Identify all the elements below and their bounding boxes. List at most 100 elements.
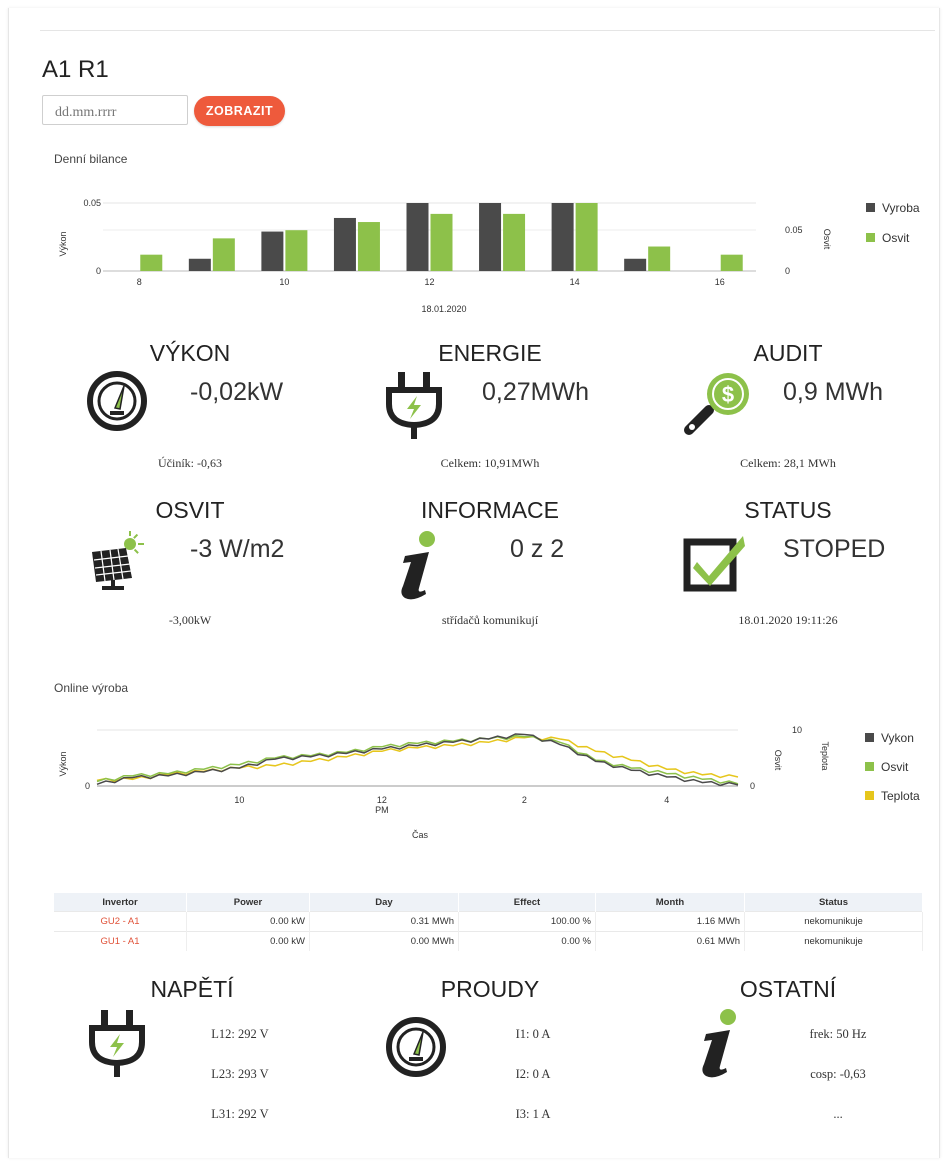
- bar-vyroba-11[interactable]: [333, 217, 356, 271]
- legend-label-osvit: Osvit: [882, 231, 910, 245]
- online-left-axis-label: Výkon: [58, 751, 68, 776]
- card-title: VÝKON: [149, 340, 231, 366]
- x-tick-label: 10: [234, 795, 244, 805]
- cell-power: 0.00 kW: [186, 931, 310, 951]
- legend-label-vyroba: Vyroba: [882, 201, 920, 215]
- cell-status: nekomunikuje: [744, 911, 923, 932]
- daily-right-axis-label: Osvit: [822, 229, 832, 250]
- cell-effect: 100.00 %: [458, 911, 596, 932]
- bar-osvit-14[interactable]: [575, 203, 598, 271]
- legend-label-osvit-online: Osvit: [881, 760, 909, 774]
- card-title: ENERGIE: [438, 340, 542, 366]
- series-line-vykon[interactable]: [96, 733, 739, 787]
- plug-icon: [383, 370, 445, 447]
- online-chart-title: Online výroba: [54, 681, 129, 695]
- invertor-link[interactable]: GU2 - A1: [54, 911, 187, 932]
- bar-vyroba-14[interactable]: [551, 203, 574, 271]
- inverter-table: Invertor Power Day Effect Month Status G…: [54, 893, 923, 951]
- daily-date-label: 18.01.2020: [421, 304, 466, 314]
- col-day[interactable]: Day: [309, 893, 459, 912]
- table-row: GU2 - A1 0.00 kW 0.31 MWh 100.00 % 1.16 …: [54, 911, 923, 932]
- checkbox-icon: [683, 530, 749, 601]
- card-title: OSVIT: [155, 497, 225, 523]
- cell-day: 0.00 MWh: [309, 931, 459, 951]
- cell-effect: 0.00 %: [458, 931, 596, 951]
- dollar-magnifier-icon: $: [683, 370, 753, 445]
- y2-tick-label: 0: [785, 266, 790, 276]
- bar-osvit-8[interactable]: [140, 254, 163, 271]
- bar-osvit-15[interactable]: [648, 246, 671, 271]
- bar-osvit-16[interactable]: [720, 254, 743, 271]
- y-tick-label: 0: [85, 781, 90, 791]
- card-value: -3 W/m2: [190, 535, 285, 563]
- series-line-osvit[interactable]: [96, 734, 739, 785]
- bar-osvit-11[interactable]: [357, 222, 380, 271]
- col-power[interactable]: Power: [186, 893, 310, 912]
- x-tick-sublabel: PM: [375, 805, 389, 815]
- online-legend: Vykon Osvit Teplota: [865, 731, 920, 803]
- reading-line: I1: 0 A: [515, 1027, 551, 1041]
- reading-line: L23: 293 V: [211, 1067, 269, 1081]
- col-status[interactable]: Status: [744, 893, 923, 912]
- bar-vyroba-13[interactable]: [479, 203, 502, 271]
- legend-label-vykon: Vykon: [881, 731, 914, 745]
- invertor-link[interactable]: GU1 - A1: [54, 931, 187, 951]
- section-title: PROUDY: [440, 976, 540, 1002]
- card-subtext: 18.01.2020 19:11:26: [738, 613, 838, 627]
- section-title: OSTATNÍ: [739, 976, 837, 1002]
- bar-vyroba-9[interactable]: [188, 258, 211, 271]
- cell-day: 0.31 MWh: [309, 911, 459, 932]
- card-value: STOPED: [783, 535, 886, 563]
- cell-power: 0.00 kW: [186, 911, 310, 932]
- bar-osvit-9[interactable]: [212, 238, 235, 271]
- col-effect[interactable]: Effect: [458, 893, 596, 912]
- col-month[interactable]: Month: [595, 893, 745, 912]
- reading-line: I2: 0 A: [515, 1067, 551, 1081]
- card-subtext: Celkem: 28,1 MWh: [740, 456, 836, 470]
- card-title: AUDIT: [753, 340, 823, 366]
- y2-tick-label: 0: [750, 781, 755, 791]
- reading-line: L31: 292 V: [211, 1107, 269, 1121]
- svg-text:$: $: [722, 382, 734, 407]
- x-tick-label: 14: [570, 277, 580, 287]
- table-row: GU1 - A1 0.00 kW 0.00 MWh 0.00 % 0.61 MW…: [54, 931, 923, 951]
- legend-swatch-osvit-online: [865, 762, 874, 771]
- card-value: 0,9 MWh: [783, 378, 884, 406]
- daily-legend: Vyroba Osvit: [866, 201, 920, 245]
- bar-vyroba-15[interactable]: [624, 258, 647, 271]
- x-tick-label: 10: [279, 277, 289, 287]
- card-value: -0,02kW: [190, 378, 284, 406]
- x-tick-label: 2: [522, 795, 527, 805]
- x-tick-label: 12: [377, 795, 387, 805]
- bar-osvit-12[interactable]: [430, 213, 453, 271]
- bar-vyroba-12[interactable]: [406, 203, 429, 271]
- bar-osvit-13[interactable]: [503, 213, 526, 271]
- cell-month: 0.61 MWh: [595, 931, 745, 951]
- bar-vyroba-10[interactable]: [261, 231, 284, 271]
- reading-line: ...: [833, 1107, 843, 1121]
- gauge-icon: [385, 1016, 447, 1083]
- gauge-icon: [86, 370, 148, 437]
- bar-osvit-10[interactable]: [285, 230, 308, 271]
- table-header-row: Invertor Power Day Effect Month Status: [54, 893, 923, 912]
- card-subtext: střídačů komunikují: [441, 613, 539, 627]
- cell-month: 1.16 MWh: [595, 911, 745, 932]
- x-tick-label: 8: [137, 277, 142, 287]
- legend-label-teplota: Teplota: [881, 789, 920, 803]
- col-invertor[interactable]: Invertor: [54, 893, 187, 912]
- plug-icon: [86, 1008, 148, 1085]
- info-icon: [395, 530, 443, 607]
- online-right-axis-label-osvit: Osvit: [773, 750, 783, 771]
- legend-swatch-vykon: [865, 733, 874, 742]
- card-title: INFORMACE: [421, 497, 559, 523]
- card-title: STATUS: [744, 497, 832, 523]
- card-value: 0,27MWh: [482, 378, 589, 406]
- reading-line: cosp: -0,63: [810, 1067, 866, 1081]
- x-tick-label: 12: [424, 277, 434, 287]
- legend-swatch-teplota: [865, 791, 874, 800]
- y2-tick-label: 10: [792, 725, 802, 735]
- reading-line: I3: 1 A: [515, 1107, 551, 1121]
- info-icon: [696, 1008, 744, 1085]
- legend-swatch-vyroba: [866, 203, 875, 212]
- online-chart: 10 12PM 2 4 0 0 10 Výkon Osvit Teplota Čas Vyk…: [58, 725, 920, 840]
